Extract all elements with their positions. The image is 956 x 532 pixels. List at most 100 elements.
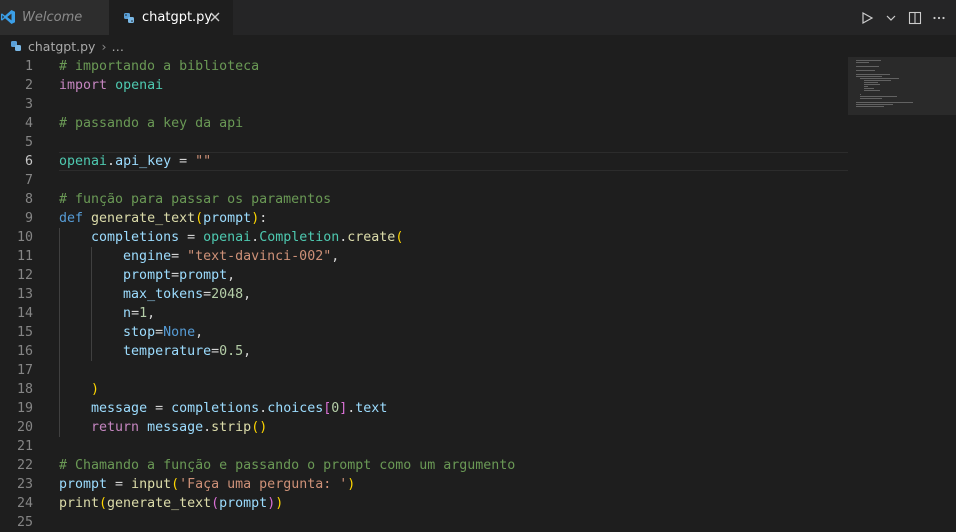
run-options-dropdown[interactable]	[882, 8, 900, 28]
code-token: )	[267, 496, 276, 511]
code-token: prompt	[123, 268, 172, 283]
code-line[interactable]: 25	[0, 513, 848, 532]
minimap-line	[864, 90, 880, 91]
vscode-logo-icon	[1, 10, 15, 24]
minimap-line	[856, 104, 893, 105]
minimap-line	[856, 60, 881, 61]
minimap-line	[860, 78, 899, 79]
code-token: .	[107, 154, 116, 169]
run-python-file-button[interactable]	[858, 8, 876, 28]
code-line[interactable]: 19 message = completions.choices[0].text	[0, 399, 848, 418]
code-token: # Chamando a função e passando o prompt …	[59, 458, 516, 473]
line-number: 7	[24, 173, 33, 188]
code-line[interactable]: 24 print(generate_text(prompt))	[0, 494, 848, 513]
code-line[interactable]: 20 return message.strip()	[0, 418, 848, 437]
code-line[interactable]: 12 prompt=prompt,	[0, 266, 848, 285]
code-token: text	[355, 401, 388, 416]
code-line[interactable]: 14 n=1,	[0, 304, 848, 323]
line-number: 16	[16, 344, 33, 359]
code-token: generate_text	[107, 496, 212, 511]
line-number: 17	[16, 363, 33, 378]
code-line[interactable]: 18 )	[0, 380, 848, 399]
code-token: None	[163, 325, 196, 340]
breadcrumb-more[interactable]: …	[111, 39, 124, 54]
code-token: max_tokens	[123, 287, 204, 302]
line-code: prompt=prompt,	[59, 266, 235, 285]
code-line[interactable]: 11 engine= "text-davinci-002",	[0, 247, 848, 266]
code-line[interactable]: 2 import openai	[0, 76, 848, 95]
code-token: ()	[251, 420, 268, 435]
line-number: 18	[16, 382, 33, 397]
line-number: 13	[16, 287, 33, 302]
code-token: =	[131, 306, 140, 321]
code-token: # importando a biblioteca	[59, 59, 260, 74]
code-line[interactable]: 8 # função para passar os paramentos	[0, 190, 848, 209]
code-token: =	[171, 154, 196, 169]
code-token: generate_text	[91, 211, 196, 226]
code-token: choices	[267, 401, 324, 416]
line-number: 22	[16, 458, 33, 473]
code-line[interactable]: 21	[0, 437, 848, 456]
code-line[interactable]: 10 completions = openai.Completion.creat…	[0, 228, 848, 247]
code-line[interactable]: 3	[0, 95, 848, 114]
code-line[interactable]: 16 temperature=0.5,	[0, 342, 848, 361]
code-line[interactable]: 23 prompt = input('Faça uma pergunta: ')	[0, 475, 848, 494]
code-token: Completion	[259, 230, 340, 245]
code-token: 'Faça uma pergunta: '	[179, 477, 348, 492]
code-line[interactable]: 7	[0, 171, 848, 190]
code-token: .	[251, 230, 260, 245]
minimap[interactable]	[848, 57, 956, 115]
code-token: =	[171, 249, 188, 264]
line-number: 9	[24, 211, 33, 226]
line-code: stop=None,	[59, 323, 203, 342]
line-number: 8	[24, 192, 33, 207]
line-number: 20	[16, 420, 33, 435]
tab-welcome[interactable]: Welcome	[0, 0, 109, 35]
line-code: max_tokens=2048,	[59, 285, 251, 304]
line-number: 4	[24, 116, 33, 131]
line-number: 14	[16, 306, 33, 321]
code-token: (	[211, 496, 220, 511]
minimap-line	[856, 102, 913, 103]
code-line[interactable]: 6 openai.api_key = ""	[0, 152, 848, 171]
python-file-icon	[124, 12, 134, 23]
code-token: create	[347, 230, 396, 245]
code-token: openai	[203, 230, 252, 245]
minimap-line	[864, 86, 868, 87]
code-editor[interactable]: 1 # importando a biblioteca 2 import openai…	[0, 57, 956, 530]
line-number: 6	[24, 154, 33, 169]
code-token: =	[155, 325, 164, 340]
tab-chatgpt-py[interactable]: chatgpt.py	[109, 0, 233, 35]
more-actions-button[interactable]	[930, 8, 948, 28]
code-token: stop	[123, 325, 156, 340]
line-number: 12	[16, 268, 33, 283]
minimap-line	[856, 62, 869, 63]
tab-chatgpt-py-label: chatgpt.py	[142, 10, 213, 25]
code-token: input	[131, 477, 172, 492]
code-line[interactable]: 9 def generate_text(prompt):	[0, 209, 848, 228]
breadcrumb-separator-icon: ›	[101, 38, 107, 54]
code-line[interactable]: 13 max_tokens=2048,	[0, 285, 848, 304]
code-line[interactable]: 15 stop=None,	[0, 323, 848, 342]
code-line[interactable]: 22 # Chamando a função e passando o promp…	[0, 456, 848, 475]
code-token: (	[195, 211, 204, 226]
line-code: temperature=0.5,	[59, 342, 251, 361]
code-token: import	[59, 78, 108, 93]
line-code: import openai	[59, 76, 163, 95]
line-number: 3	[24, 97, 33, 112]
breadcrumb-file[interactable]: chatgpt.py	[28, 39, 95, 54]
split-editor-button[interactable]	[906, 8, 924, 28]
indent-guide	[59, 228, 60, 437]
line-number: 25	[16, 515, 33, 530]
close-icon[interactable]	[207, 9, 223, 25]
code-line[interactable]: 5	[0, 133, 848, 152]
code-line[interactable]: 1 # importando a biblioteca	[0, 57, 848, 76]
code-line[interactable]: 4 # passando a key da api	[0, 114, 848, 133]
code-token: openai	[59, 154, 108, 169]
code-line[interactable]: 17	[0, 361, 848, 380]
line-code: # função para passar os paramentos	[59, 190, 331, 209]
